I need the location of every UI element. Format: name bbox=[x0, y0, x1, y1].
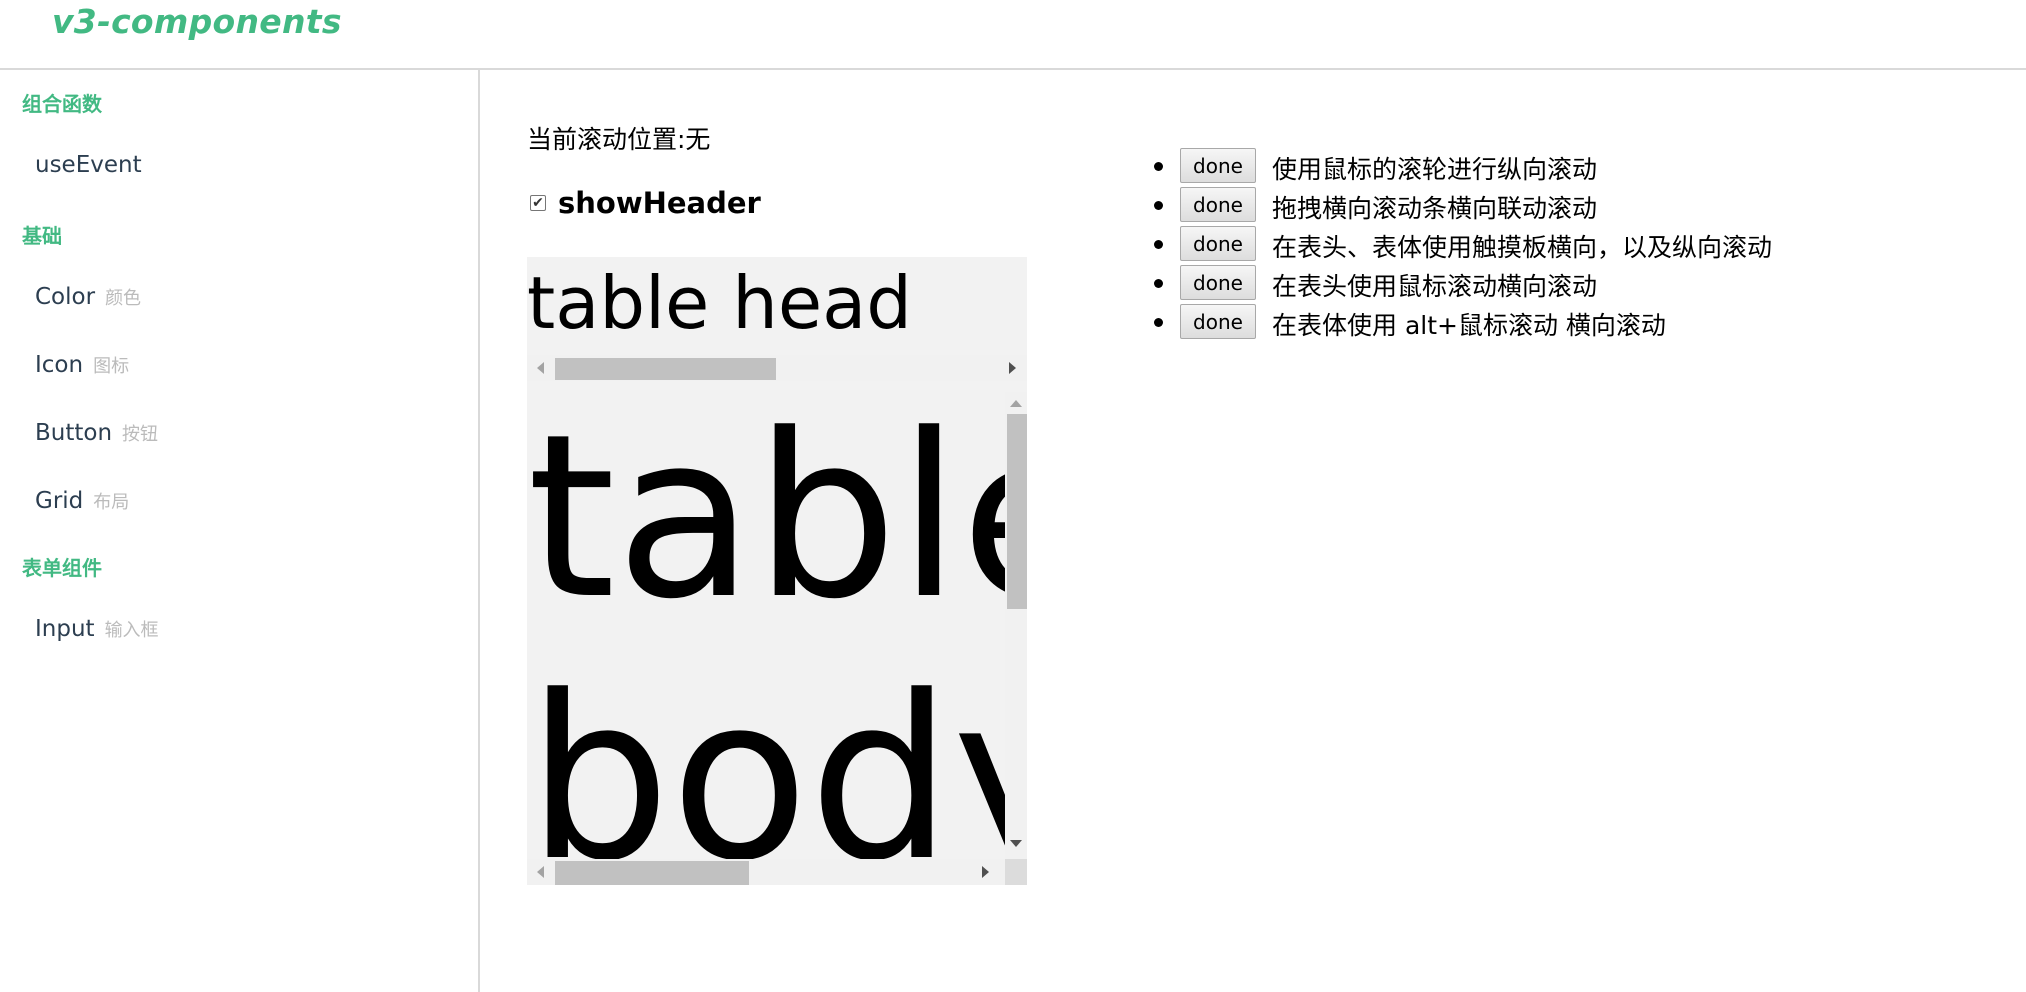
sidebar-group-form: 表单组件 bbox=[22, 556, 102, 580]
sidebar-item-sublabel: 输入框 bbox=[104, 620, 159, 641]
main-content: 当前滚动位置:无 ✔ showHeader table head table b… bbox=[482, 70, 2026, 992]
task-text: 在表头、表体使用触摸板横向，以及纵向滚动 bbox=[1272, 233, 1773, 262]
sidebar-item-label: Grid bbox=[35, 488, 84, 514]
header-horizontal-scrollbar[interactable] bbox=[527, 355, 1027, 381]
show-header-checkbox[interactable]: ✔ bbox=[530, 195, 546, 211]
sidebar-item-icon[interactable]: Icon 图标 bbox=[35, 352, 129, 378]
app-header: v3-components bbox=[0, 0, 2026, 70]
sidebar-group-basic: 基础 bbox=[22, 224, 62, 248]
body-horizontal-scrollbar[interactable] bbox=[527, 859, 1005, 885]
table-head-text: table head bbox=[527, 261, 912, 345]
sidebar-item-label: Input bbox=[35, 616, 95, 642]
sidebar-group-composition: 组合函数 bbox=[22, 92, 102, 116]
scrollbar-corner bbox=[1005, 859, 1027, 885]
bullet-icon bbox=[1154, 201, 1163, 210]
show-header-row: ✔ showHeader bbox=[530, 186, 761, 220]
sidebar-item-input[interactable]: Input 输入框 bbox=[35, 616, 159, 642]
table-body-viewport[interactable]: table body bbox=[527, 397, 1005, 859]
body-vertical-scrollbar[interactable] bbox=[1005, 392, 1027, 859]
table-body-text: table body bbox=[527, 397, 1005, 859]
scroll-table: table head table body bbox=[527, 257, 1027, 885]
sidebar-item-sublabel: 颜色 bbox=[105, 288, 142, 309]
done-button[interactable]: done bbox=[1180, 226, 1256, 261]
body-vscrollbar-thumb[interactable] bbox=[1007, 414, 1027, 609]
arrow-left-icon[interactable] bbox=[537, 362, 544, 374]
sidebar-item-label: Icon bbox=[35, 352, 84, 378]
done-button[interactable]: done bbox=[1180, 265, 1256, 300]
sidebar-item-label: useEvent bbox=[35, 152, 142, 178]
sidebar-item-label: Button bbox=[35, 420, 113, 446]
header-scrollbar-thumb[interactable] bbox=[555, 358, 776, 380]
bullet-icon bbox=[1154, 279, 1163, 288]
bullet-icon bbox=[1154, 162, 1163, 171]
sidebar-item-color[interactable]: Color 颜色 bbox=[35, 284, 141, 310]
arrow-up-icon[interactable] bbox=[1010, 400, 1022, 407]
done-button[interactable]: done bbox=[1180, 304, 1256, 339]
sidebar-item-sublabel: 按钮 bbox=[122, 424, 159, 445]
arrow-right-icon[interactable] bbox=[982, 866, 989, 878]
body-scrollbar-thumb[interactable] bbox=[555, 861, 749, 885]
bullet-icon bbox=[1154, 318, 1163, 327]
show-header-label[interactable]: showHeader bbox=[558, 186, 761, 220]
task-text: 使用鼠标的滚轮进行纵向滚动 bbox=[1272, 155, 1598, 184]
scroll-position-text: 当前滚动位置:无 bbox=[527, 125, 711, 154]
sidebar-item-sublabel: 图标 bbox=[93, 356, 130, 377]
task-text: 拖拽横向滚动条横向联动滚动 bbox=[1272, 194, 1598, 223]
done-button[interactable]: done bbox=[1180, 187, 1256, 222]
checkbox-checked-icon: ✔ bbox=[532, 195, 544, 211]
sidebar-item-label: Color bbox=[35, 284, 96, 310]
arrow-down-icon[interactable] bbox=[1010, 840, 1022, 847]
task-text: 在表体使用 alt+鼠标滚动 横向滚动 bbox=[1272, 311, 1666, 340]
bullet-icon bbox=[1154, 240, 1163, 249]
sidebar-item-useevent[interactable]: useEvent bbox=[35, 152, 142, 178]
task-text: 在表头使用鼠标滚动横向滚动 bbox=[1272, 272, 1598, 301]
sidebar-item-button[interactable]: Button 按钮 bbox=[35, 420, 158, 446]
app-title[interactable]: v3-components bbox=[52, 2, 342, 41]
sidebar-item-grid[interactable]: Grid 布局 bbox=[35, 488, 129, 514]
arrow-right-icon[interactable] bbox=[1009, 362, 1016, 374]
sidebar-item-sublabel: 布局 bbox=[93, 492, 130, 513]
sidebar: 组合函数 useEvent 基础 Color 颜色 Icon 图标 Button 按钮… bbox=[0, 70, 480, 992]
arrow-left-icon[interactable] bbox=[537, 866, 544, 878]
done-button[interactable]: done bbox=[1180, 148, 1256, 183]
